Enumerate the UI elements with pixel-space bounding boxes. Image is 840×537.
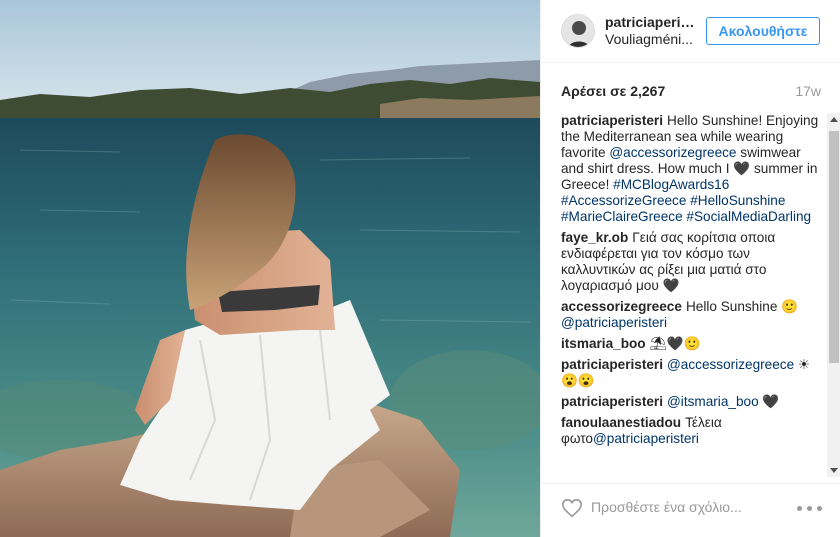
comments-scrollbar[interactable] xyxy=(827,113,840,477)
beach-photo xyxy=(0,0,540,537)
mention-link[interactable]: @itsmaria_boo xyxy=(667,394,759,409)
avatar-icon xyxy=(562,15,594,47)
avatar[interactable] xyxy=(561,14,595,48)
comment-item: patriciaperisteri @accessorizegreece ☀ 😮😮 xyxy=(561,357,827,389)
comment-item: faye_kr.ob Γειά σας κορίτσια οποια ενδιαφ… xyxy=(561,230,827,294)
scroll-up-arrow-icon[interactable] xyxy=(827,113,840,127)
mention-link[interactable]: @patriciaperisteri xyxy=(593,431,699,446)
post-header: patriciaperis... Vouliagméni... Ακολουθή… xyxy=(541,0,840,63)
post-side-panel: patriciaperis... Vouliagméni... Ακολουθή… xyxy=(540,0,840,537)
comment-author[interactable]: accessorizegreece xyxy=(561,299,682,314)
comment-text: Hello Sunshine 🙂 xyxy=(685,299,799,314)
follow-button[interactable]: Ακολουθήστε xyxy=(706,17,820,45)
more-options-icon[interactable] xyxy=(797,506,823,512)
comments-list: patriciaperisteri Hello Sunshine! Enjoyin… xyxy=(561,113,827,477)
comment-item: itsmaria_boo ⛱🖤🙂 xyxy=(561,336,827,352)
scroll-thumb[interactable] xyxy=(829,131,839,363)
caption: patriciaperisteri Hello Sunshine! Enjoyin… xyxy=(561,113,827,225)
mention-link[interactable]: @patriciaperisteri xyxy=(561,315,667,330)
comment-text: ⛱🖤🙂 xyxy=(649,336,701,351)
heart-emoji-icon: 🖤 xyxy=(733,161,751,176)
comment-author[interactable]: patriciaperisteri xyxy=(561,113,663,128)
comment-author[interactable]: fanoulaanestiadou xyxy=(561,415,681,430)
comment-author[interactable]: patriciaperisteri xyxy=(561,394,663,409)
comment-item: fanoulaanestiadou Τέλεια φωτο@patriciaper… xyxy=(561,415,827,447)
location-link[interactable]: Vouliagméni... xyxy=(605,31,695,47)
likes-count[interactable]: Αρέσει σε 2,267 xyxy=(561,83,665,99)
mention-link[interactable]: @accessorizegreece xyxy=(667,357,794,372)
mention-link[interactable]: @accessorizegreece xyxy=(609,145,736,160)
post-timestamp[interactable]: 17w xyxy=(795,83,821,99)
comment-item: accessorizegreece Hello Sunshine 🙂 @patri… xyxy=(561,299,827,331)
likes-row: Αρέσει σε 2,267 17w xyxy=(561,83,821,103)
username-link[interactable]: patriciaperis... xyxy=(605,14,695,30)
comment-author[interactable]: itsmaria_boo xyxy=(561,336,646,351)
comment-author[interactable]: faye_kr.ob xyxy=(561,230,628,245)
scroll-down-arrow-icon[interactable] xyxy=(827,463,840,477)
comment-input[interactable] xyxy=(591,496,791,518)
heart-outline-icon[interactable] xyxy=(561,497,583,519)
comment-author[interactable]: patriciaperisteri xyxy=(561,357,663,372)
comment-footer xyxy=(541,483,840,537)
post-photo[interactable] xyxy=(0,0,540,537)
comment-text: 🖤 xyxy=(758,394,780,409)
comment-item: patriciaperisteri @itsmaria_boo 🖤 xyxy=(561,394,827,410)
